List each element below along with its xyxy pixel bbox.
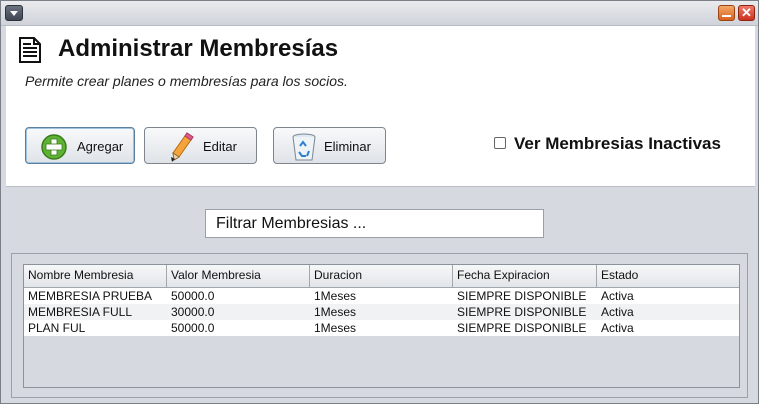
minimize-button[interactable] bbox=[718, 5, 735, 21]
document-icon bbox=[19, 37, 41, 63]
plus-icon bbox=[41, 134, 67, 160]
table-row[interactable]: MEMBRESIA PRUEBA 50000.0 1Meses SIEMPRE … bbox=[24, 288, 739, 304]
cell-name: MEMBRESIA PRUEBA bbox=[28, 289, 153, 303]
column-header-status[interactable]: Estado bbox=[597, 265, 739, 287]
column-header-name[interactable]: Nombre Membresia bbox=[24, 265, 167, 287]
window-menu-button[interactable] bbox=[5, 5, 23, 21]
page-title: Administrar Membresías bbox=[58, 35, 339, 62]
memberships-table[interactable]: Nombre Membresia Valor Membresia Duracio… bbox=[23, 264, 740, 388]
delete-button-label: Eliminar bbox=[324, 139, 371, 154]
cell-status: Activa bbox=[601, 305, 634, 319]
recycle-bin-icon bbox=[292, 133, 316, 161]
delete-button[interactable]: Eliminar bbox=[273, 127, 386, 164]
cell-value: 30000.0 bbox=[171, 305, 215, 319]
header-panel: Administrar Membresías Permite crear pla… bbox=[6, 26, 755, 187]
filter-input[interactable]: Filtrar Membresias ... bbox=[205, 209, 544, 238]
show-inactive-label[interactable]: Ver Membresias Inactivas bbox=[514, 134, 721, 154]
table-panel: Nombre Membresia Valor Membresia Duracio… bbox=[11, 253, 748, 398]
cell-name: MEMBRESIA FULL bbox=[28, 305, 133, 319]
cell-status: Activa bbox=[601, 289, 634, 303]
cell-expiration: SIEMPRE DISPONIBLE bbox=[457, 289, 587, 303]
cell-expiration: SIEMPRE DISPONIBLE bbox=[457, 305, 587, 319]
cell-status: Activa bbox=[601, 321, 634, 335]
column-header-value[interactable]: Valor Membresia bbox=[167, 265, 310, 287]
add-button[interactable]: Agregar bbox=[25, 127, 135, 164]
cell-duration: 1Meses bbox=[314, 321, 357, 335]
membership-admin-window: ✕ Administrar Membresías Permite crear p… bbox=[0, 0, 759, 404]
edit-button[interactable]: Editar bbox=[144, 127, 257, 164]
close-button[interactable]: ✕ bbox=[738, 5, 755, 21]
cell-value: 50000.0 bbox=[171, 289, 215, 303]
column-header-expiration[interactable]: Fecha Expiracion bbox=[453, 265, 597, 287]
cell-name: PLAN FUL bbox=[28, 321, 86, 335]
cell-expiration: SIEMPRE DISPONIBLE bbox=[457, 321, 587, 335]
pencil-icon bbox=[171, 132, 194, 162]
title-bar: ✕ bbox=[1, 1, 758, 26]
show-inactive-checkbox[interactable] bbox=[494, 137, 506, 149]
table-header: Nombre Membresia Valor Membresia Duracio… bbox=[24, 265, 739, 288]
add-button-label: Agregar bbox=[77, 139, 124, 154]
table-row[interactable]: MEMBRESIA FULL 30000.0 1Meses SIEMPRE DI… bbox=[24, 304, 739, 320]
page-subtitle: Permite crear planes o membresías para l… bbox=[25, 73, 348, 89]
edit-button-label: Editar bbox=[203, 139, 237, 154]
column-header-duration[interactable]: Duracion bbox=[310, 265, 453, 287]
cell-value: 50000.0 bbox=[171, 321, 215, 335]
cell-duration: 1Meses bbox=[314, 289, 357, 303]
table-row[interactable]: PLAN FUL 50000.0 1Meses SIEMPRE DISPONIB… bbox=[24, 320, 739, 336]
cell-duration: 1Meses bbox=[314, 305, 357, 319]
